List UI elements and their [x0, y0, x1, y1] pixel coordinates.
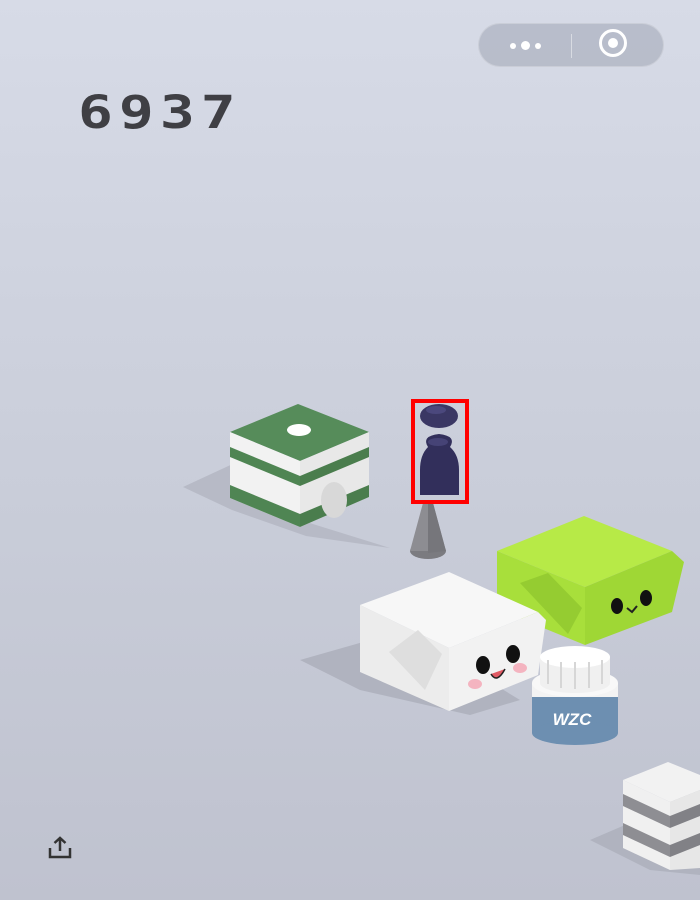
share-button[interactable] [46, 835, 74, 863]
game-scene: WZC [183, 399, 700, 875]
lime-block-eye [640, 590, 652, 606]
green-block-marker [287, 424, 311, 436]
share-upload-icon [48, 836, 72, 859]
wzc-jar: WZC [532, 646, 618, 745]
player-piece[interactable] [411, 399, 469, 504]
lime-block-eye [611, 598, 623, 614]
cone-pedestal [410, 503, 446, 559]
white-block-eye [476, 656, 490, 674]
jar-label: WZC [553, 710, 592, 729]
white-block-eye [506, 645, 520, 663]
